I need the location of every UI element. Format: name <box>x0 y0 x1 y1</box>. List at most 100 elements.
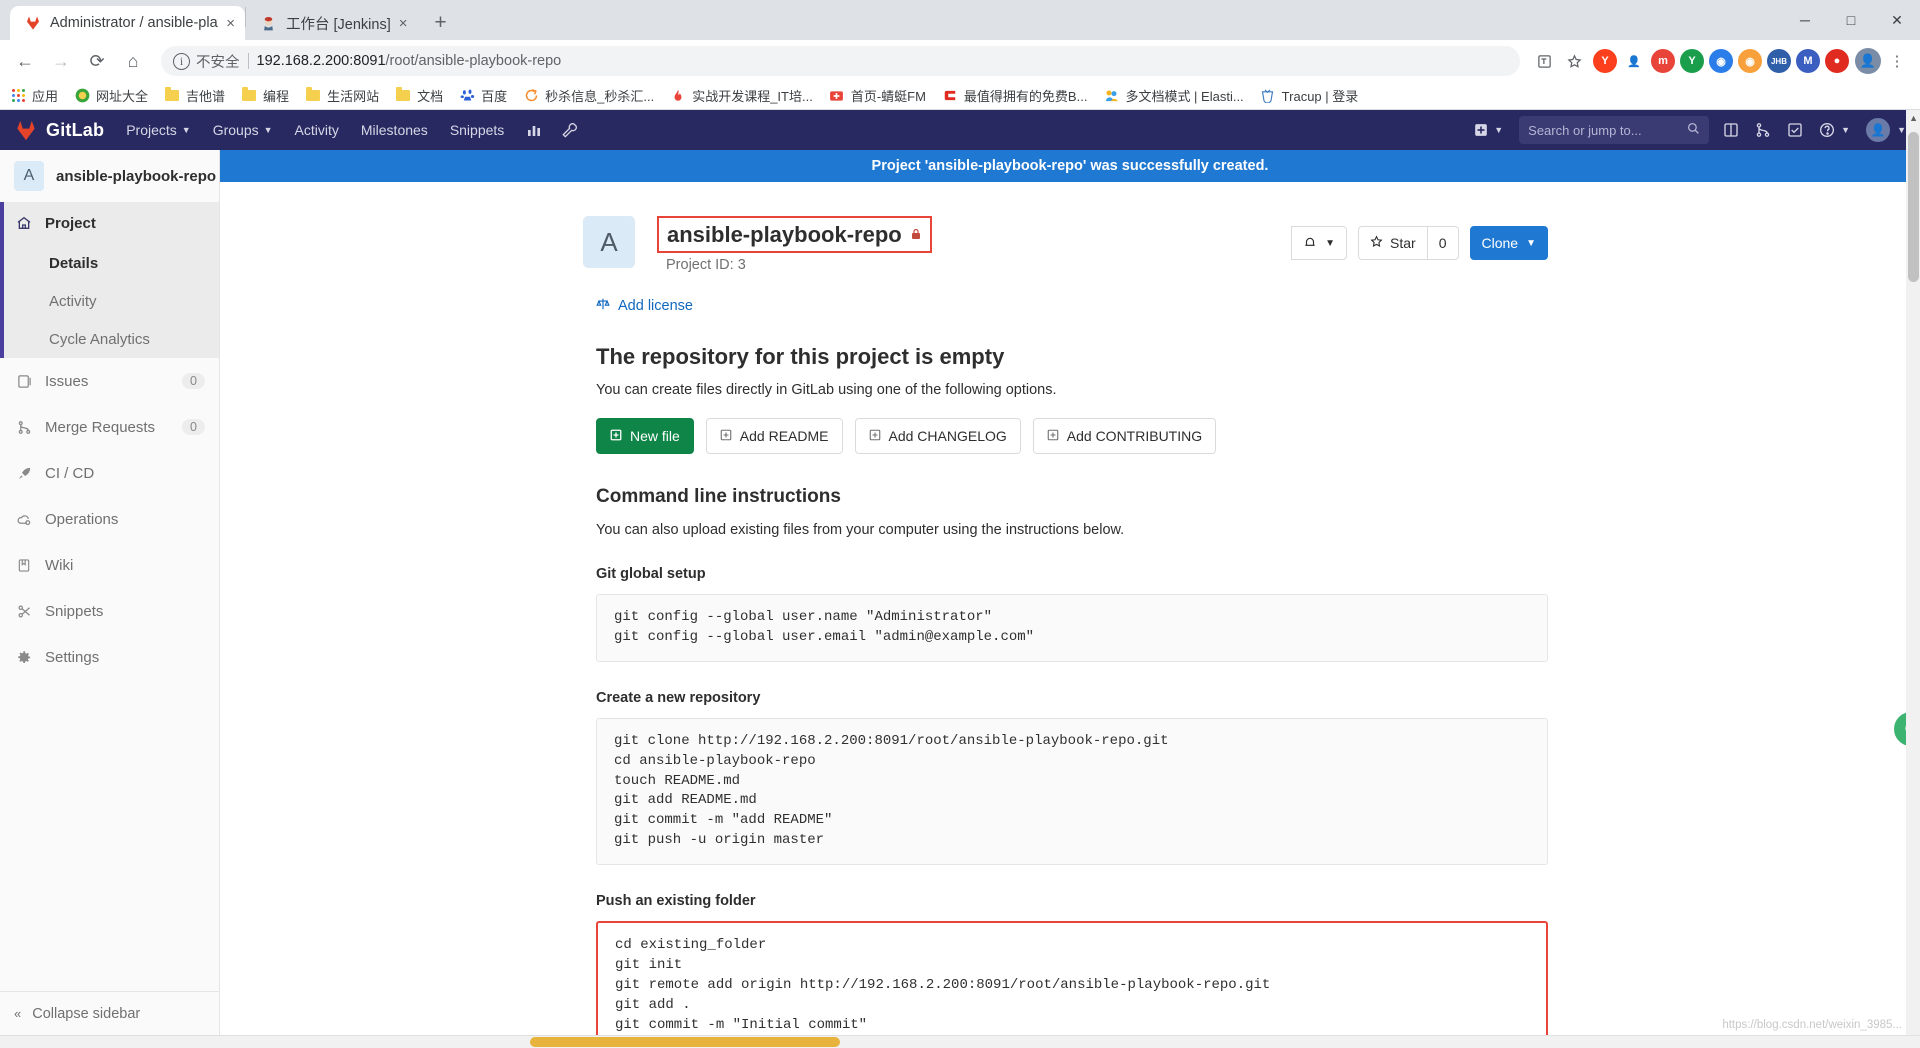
clone-button[interactable]: Clone ▼ <box>1469 226 1548 260</box>
window-close-button[interactable]: ✕ <box>1874 0 1920 40</box>
add-license-link[interactable]: Add license <box>596 297 1548 314</box>
help-icon[interactable]: ▼ <box>1819 122 1850 138</box>
translate-icon[interactable] <box>1530 47 1558 75</box>
add-readme-button[interactable]: Add README <box>705 418 843 454</box>
tab-close-icon[interactable]: × <box>399 16 408 31</box>
sidebar-item-operations[interactable]: Operations <box>0 496 219 542</box>
new-tab-button[interactable]: + <box>426 8 456 38</box>
y-ext-icon[interactable]: Y <box>1680 49 1704 73</box>
todos-icon[interactable] <box>1787 122 1803 138</box>
horizontal-scrollbar-thumb[interactable] <box>530 1037 840 1047</box>
sidebar-item-settings[interactable]: Settings <box>0 634 219 680</box>
bookmark-shizhankaifa[interactable]: 实战开发课程_IT培... <box>670 86 813 105</box>
browser-tab-gitlab[interactable]: Administrator / ansible-playbo × <box>10 6 245 40</box>
code-line: touch README.md <box>614 772 741 789</box>
m-ext-icon[interactable]: m <box>1651 49 1675 73</box>
menu-icon[interactable]: ⋮ <box>1883 47 1911 75</box>
merge-requests-icon[interactable] <box>1755 122 1771 138</box>
bookmark-apps[interactable]: 应用 <box>10 86 58 105</box>
tab-close-icon[interactable]: × <box>226 16 235 31</box>
issues-icon[interactable] <box>1723 122 1739 138</box>
code-block-git-global-setup[interactable]: git config --global user.name "Administr… <box>596 594 1548 662</box>
bell-icon[interactable]: ▼ <box>1291 226 1348 260</box>
page-scrollbar[interactable]: ▲ ▼ <box>1906 110 1920 1048</box>
apps-grid-icon <box>10 88 26 104</box>
bookmark-qingtingfm[interactable]: 首页-蜻蜓FM <box>829 86 926 105</box>
bookmark-wangzhidaquan[interactable]: 网址大全 <box>74 86 148 105</box>
nav-item-projects[interactable]: Projects ▼ <box>126 122 191 138</box>
bookmark-biancheng[interactable]: 编程 <box>241 86 289 105</box>
chart-icon[interactable] <box>526 122 542 138</box>
scrollbar-thumb[interactable] <box>1908 132 1919 282</box>
window-maximize-button[interactable]: □ <box>1828 0 1874 40</box>
chevron-down-icon[interactable]: ▼ <box>1897 125 1906 135</box>
search-input[interactable]: Search or jump to... <box>1519 116 1710 144</box>
sidebar-item-cycle-analytics[interactable]: Cycle Analytics <box>4 320 219 358</box>
chevron-double-left-icon: « <box>14 1006 22 1021</box>
wrench-icon[interactable] <box>562 122 578 138</box>
new-file-button[interactable]: New file <box>596 418 694 454</box>
bookmark-wendang[interactable]: 文档 <box>395 86 443 105</box>
nav-item-milestones[interactable]: Milestones <box>361 122 428 138</box>
sidebar-item-ci-cd[interactable]: CI / CD <box>0 450 219 496</box>
notification-dropdown[interactable]: ▼ <box>1291 226 1348 260</box>
new-dropdown-button[interactable]: ▼ <box>1474 123 1503 137</box>
jhb-ext-icon[interactable]: JHB <box>1767 49 1791 73</box>
button-label: Add README <box>739 428 829 444</box>
star-button-group[interactable]: Star 0 <box>1358 226 1459 260</box>
bookmark-miaosha[interactable]: 秒杀信息_秒杀汇... <box>523 86 654 105</box>
sidebar-item-issues[interactable]: Issues 0 <box>0 358 219 404</box>
bookmark-mianfeib[interactable]: 最值得拥有的免费B... <box>942 86 1087 105</box>
forward-icon[interactable]: → <box>45 45 77 77</box>
add-changelog-button[interactable]: Add CHANGELOG <box>854 418 1021 454</box>
orange-circle-icon <box>523 88 539 104</box>
sidebar-item-details[interactable]: Details <box>4 244 219 282</box>
sidebar-item-merge-requests[interactable]: Merge Requests 0 <box>0 404 219 450</box>
empty-repo-title: The repository for this project is empty <box>596 344 1005 369</box>
nav-item-groups[interactable]: Groups ▼ <box>213 122 273 138</box>
sidebar-item-project[interactable]: Project <box>4 202 219 244</box>
nav-item-activity[interactable]: Activity <box>295 122 339 138</box>
sidebar-label: Wiki <box>45 556 74 574</box>
info-icon[interactable]: i <box>173 52 190 70</box>
code-block-push-existing-folder[interactable]: cd existing_folder git init git remote a… <box>596 921 1548 1035</box>
user-avatar[interactable]: 👤 <box>1866 118 1891 142</box>
bookmark-tracup[interactable]: Tracup | 登录 <box>1260 86 1358 105</box>
address-bar[interactable]: i 不安全 192.168.2.200:8091/root/ansible-pl… <box>161 46 1520 76</box>
code-line: git commit -m "Initial commit" <box>615 1016 868 1033</box>
horizontal-scrollbar[interactable] <box>0 1035 1920 1048</box>
project-sidebar: A ansible-playbook-repo Project Details <box>0 150 220 1035</box>
sidebar-item-activity[interactable]: Activity <box>4 282 219 320</box>
sidebar-item-wiki[interactable]: Wiki <box>0 542 219 588</box>
person-ext-icon[interactable]: 👤 <box>1622 49 1646 73</box>
nav-item-snippets[interactable]: Snippets <box>450 122 504 138</box>
sidebar-project-header[interactable]: A ansible-playbook-repo <box>0 150 219 202</box>
globe-ext-icon[interactable]: ◉ <box>1738 49 1762 73</box>
browser-tab-jenkins[interactable]: 工作台 [Jenkins] × <box>246 6 418 40</box>
add-contributing-button[interactable]: Add CONTRIBUTING <box>1032 418 1217 454</box>
bookmark-elastic[interactable]: 多文档模式 | Elasti... <box>1103 86 1244 105</box>
star-button[interactable]: Star <box>1358 226 1428 260</box>
chevron-down-icon: ▼ <box>1526 237 1536 249</box>
browser-window: Administrator / ansible-playbo × 工作台 [Je… <box>0 0 1920 1048</box>
code-block-create-new-repository[interactable]: git clone http://192.168.2.200:8091/root… <box>596 717 1548 865</box>
yandex-ext-icon[interactable]: Y <box>1593 49 1617 73</box>
section-label-git-global-setup: Git global setup <box>596 566 706 582</box>
home-icon[interactable]: ⌂ <box>117 45 149 77</box>
sidebar-item-snippets[interactable]: Snippets <box>0 588 219 634</box>
chrome-ext-icon[interactable]: ◉ <box>1709 49 1733 73</box>
red-ext-icon[interactable]: ● <box>1825 49 1849 73</box>
back-icon[interactable]: ← <box>9 45 41 77</box>
profile-avatar[interactable]: 👤 <box>1855 48 1881 74</box>
bookmark-shenghuowangzhan[interactable]: 生活网站 <box>305 86 379 105</box>
m-blue-ext-icon[interactable]: M <box>1796 49 1820 73</box>
search-icon[interactable] <box>1687 122 1700 138</box>
bookmark-jitapu[interactable]: 吉他谱 <box>164 86 225 105</box>
gitlab-logo[interactable]: GitLab <box>14 119 104 142</box>
collapse-sidebar-button[interactable]: « Collapse sidebar <box>0 991 219 1035</box>
bookmark-star-icon[interactable] <box>1560 47 1588 75</box>
window-minimize-button[interactable]: ─ <box>1782 0 1828 40</box>
reload-icon[interactable]: ⟳ <box>81 45 113 77</box>
bookmark-baidu[interactable]: 百度 <box>459 86 507 105</box>
scroll-up-icon[interactable]: ▲ <box>1909 113 1918 123</box>
